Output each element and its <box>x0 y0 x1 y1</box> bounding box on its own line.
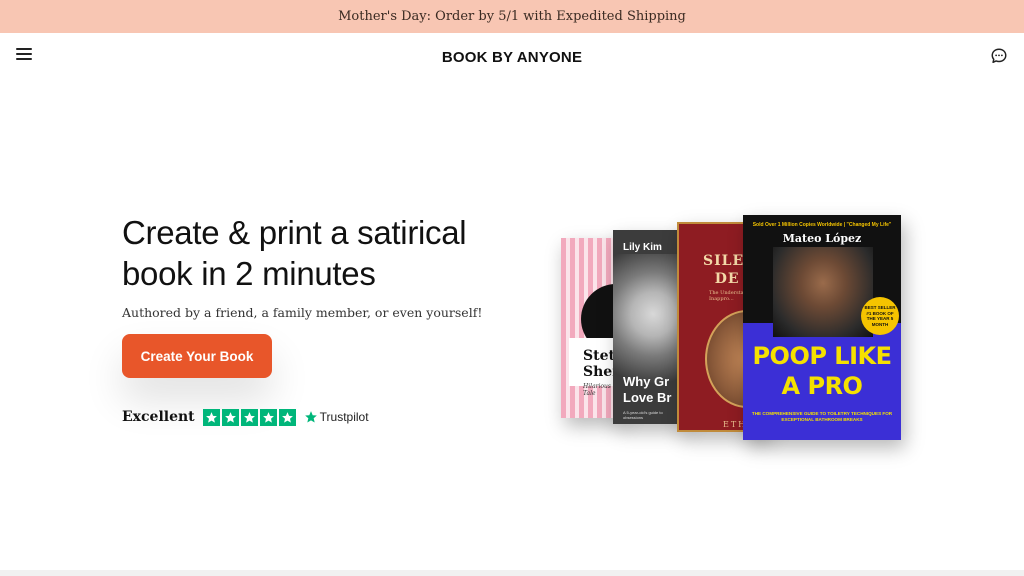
trustpilot-star-icon <box>304 411 317 423</box>
book-cover-1: Stetl Shen Hilarious Tale <box>561 238 621 418</box>
promo-banner[interactable]: Mother's Day: Order by 5/1 with Expedite… <box>0 0 1024 33</box>
hero-subtitle: Authored by a friend, a family member, o… <box>122 305 483 320</box>
child-photo <box>613 254 685 394</box>
book-4-tagline: THE COMPREHENSIVE GUIDE TO TOILETRY TECH… <box>751 411 893 422</box>
promo-text[interactable]: Mother's Day: Order by 5/1 with Expedite… <box>338 9 686 24</box>
hero-title-line2: book in 2 minutes <box>122 255 376 292</box>
hero-title: Create & print a satirical book in 2 minu… <box>122 212 522 294</box>
site-header: BOOK BY ANYONE <box>0 33 1024 81</box>
book-cover-2: Lily Kim Why Gr Love Br A 5-year-old's gu… <box>613 230 685 424</box>
site-logo[interactable]: BOOK BY ANYONE <box>0 49 1024 66</box>
book-4-title: POOP LIKE A PRO <box>752 342 892 400</box>
star-icon <box>221 408 239 426</box>
rating-stars <box>202 408 296 426</box>
bestseller-badge: BEST SELLER #1 BOOK OF THE YEAR 5 MONTH <box>861 297 899 335</box>
create-your-book-button[interactable]: Create Your Book <box>122 334 272 378</box>
book-covers-showcase: Stetl Shen Hilarious Tale Lily Kim Why Gr… <box>555 210 905 450</box>
hero-title-line1: Create & print a satirical <box>122 214 467 251</box>
chat-bubble-icon[interactable] <box>990 47 1008 65</box>
star-icon <box>278 408 296 426</box>
book-4-author: Mateo López <box>782 232 862 245</box>
book-2-title: Why Gr Love Br <box>623 374 672 405</box>
book-2-author: Lily Kim <box>623 242 662 253</box>
book-cover-4: Sold Over 1 Million Copies Worldwide | "… <box>743 215 901 440</box>
star-icon <box>202 408 220 426</box>
section-divider <box>0 570 1024 576</box>
rating-label: Excellent <box>122 409 195 425</box>
star-icon <box>259 408 277 426</box>
star-icon <box>240 408 258 426</box>
trustpilot-brand: Trustpilot <box>319 410 369 424</box>
book-2-blurb: A 5-year-old's guide to obsessions <box>623 410 663 420</box>
author-photo <box>773 247 873 337</box>
book-4-headline: Sold Over 1 Million Copies Worldwide | "… <box>752 222 892 228</box>
trustpilot-rating[interactable]: Excellent Trustpilot <box>122 407 369 427</box>
